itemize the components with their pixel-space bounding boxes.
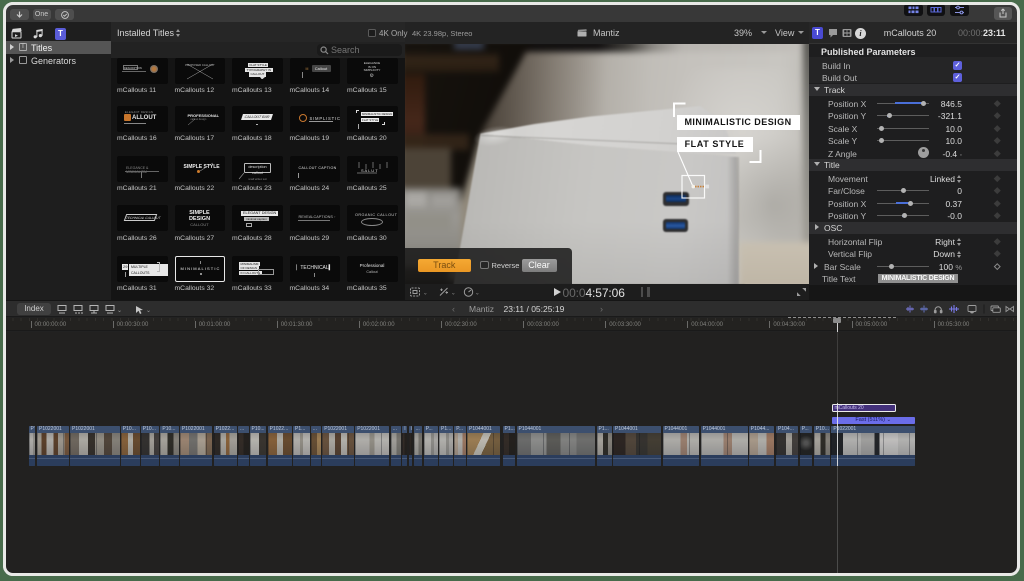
svg-text:S A L U T: S A L U T xyxy=(361,168,378,173)
svg-text:⌄: ⌄ xyxy=(475,291,480,297)
svg-text:⌄: ⌄ xyxy=(451,291,456,297)
svg-text:⌄: ⌄ xyxy=(117,308,122,314)
svg-text:⌄: ⌄ xyxy=(423,291,428,297)
svg-text:PROPOSED CALLOUT: PROPOSED CALLOUT xyxy=(185,63,215,67)
svg-text:⌄: ⌄ xyxy=(146,308,151,314)
